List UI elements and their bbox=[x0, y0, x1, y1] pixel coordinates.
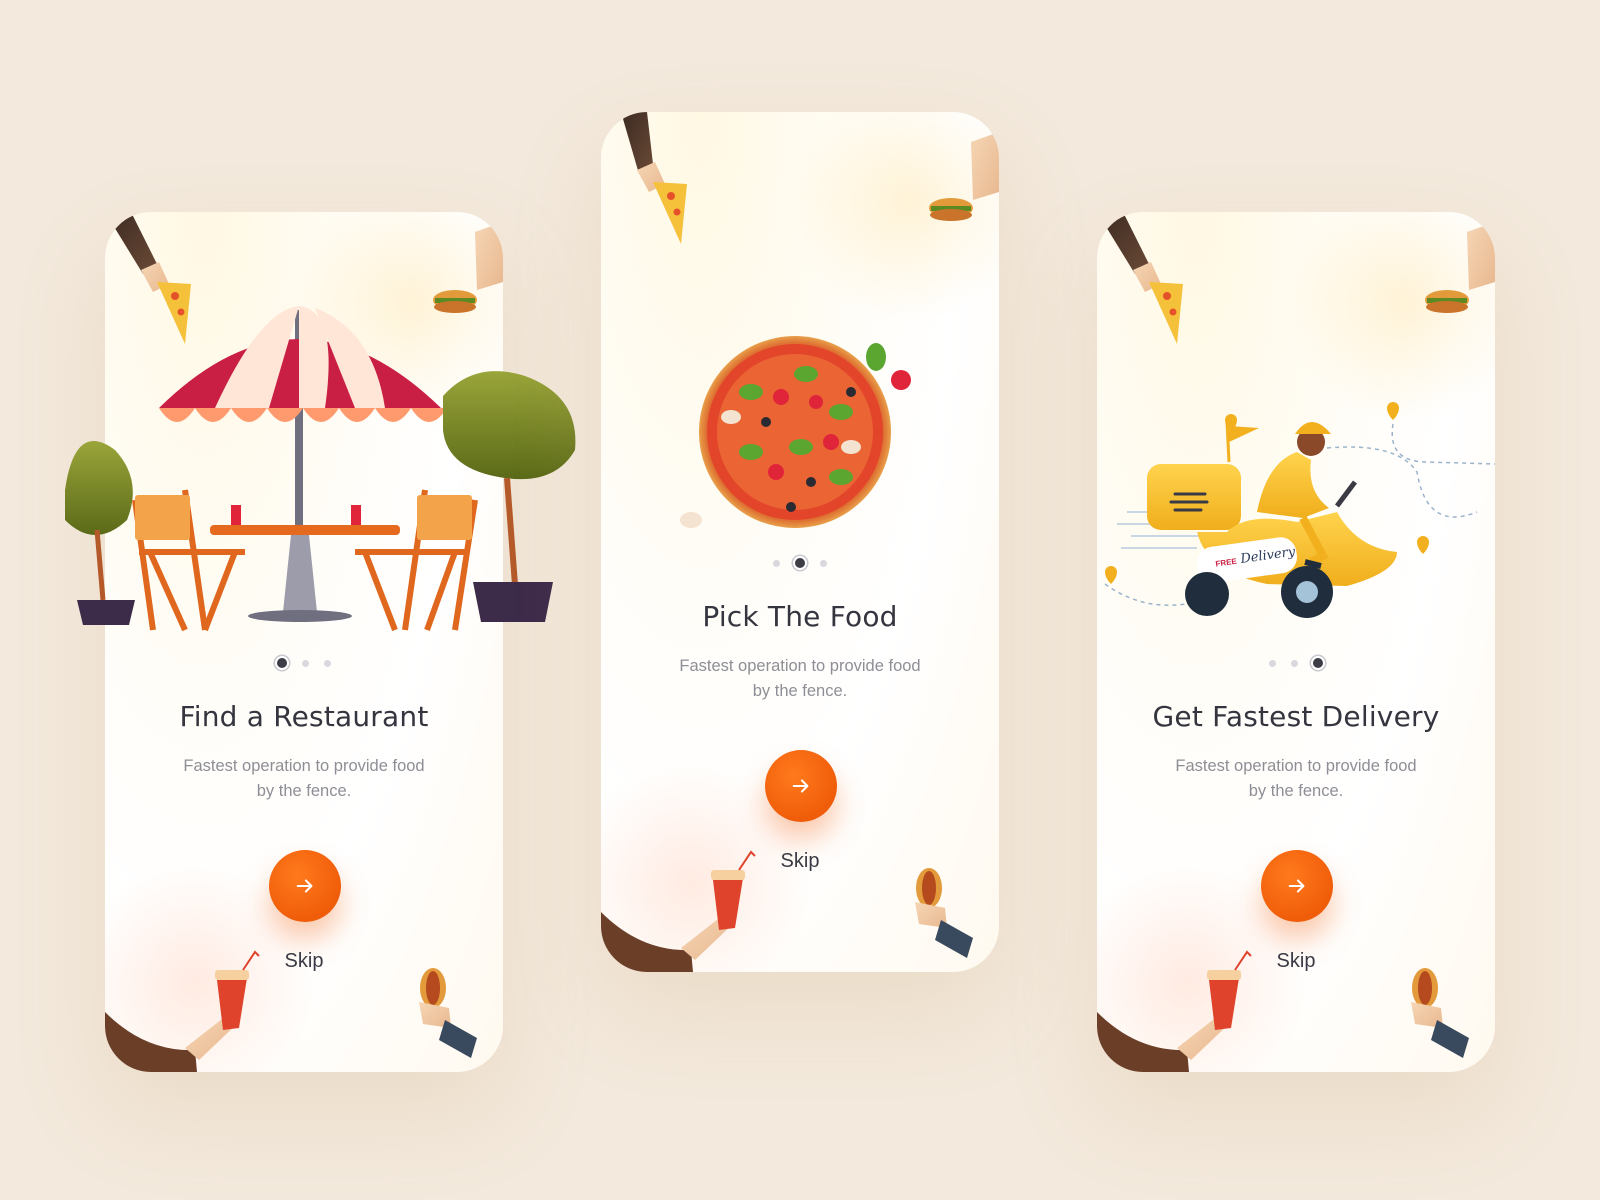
page-dot-2[interactable] bbox=[302, 659, 309, 667]
route-path bbox=[1391, 423, 1495, 465]
page-dot-1[interactable] bbox=[277, 658, 287, 668]
description-line: by the fence. bbox=[256, 782, 352, 800]
decorative-hands-illustration bbox=[1097, 212, 1495, 1072]
hand-hotdog-icon bbox=[915, 868, 973, 958]
hand-burger-icon bbox=[929, 132, 999, 221]
arrow-right-icon bbox=[296, 879, 313, 893]
delivery-scooter-icon bbox=[1147, 421, 1397, 618]
page-dot-1[interactable] bbox=[1269, 659, 1276, 667]
screen-title: Get Fastest Delivery bbox=[1152, 700, 1440, 733]
screen-title: Pick The Food bbox=[702, 600, 898, 633]
hand-hotdog-icon bbox=[419, 968, 477, 1058]
hand-hotdog-icon bbox=[1411, 968, 1469, 1058]
description-line: Fastest operation to provide food bbox=[183, 757, 425, 775]
hand-pizza-icon bbox=[621, 112, 687, 244]
onboarding-screen-food: Pick The Food Fastest operation to provi… bbox=[601, 112, 999, 972]
hand-burger-icon bbox=[1425, 222, 1495, 313]
page-indicator bbox=[105, 658, 503, 668]
skip-button[interactable]: Skip bbox=[105, 950, 503, 973]
page-dot-2[interactable] bbox=[1291, 659, 1298, 667]
screen-description: Fastest operation to provide food by the… bbox=[165, 754, 443, 804]
description-line: by the fence. bbox=[752, 682, 848, 700]
description-line: Fastest operation to provide food bbox=[679, 657, 921, 675]
onboarding-screen-delivery: FREE Delivery Get Fastest Delivery Faste… bbox=[1097, 212, 1495, 1072]
page-dot-3[interactable] bbox=[324, 659, 331, 667]
page-indicator bbox=[1097, 658, 1495, 668]
hand-burger-icon bbox=[433, 222, 503, 313]
description-line: Fastest operation to provide food bbox=[1175, 757, 1417, 775]
skip-button[interactable]: Skip bbox=[1097, 950, 1495, 973]
description-line: by the fence. bbox=[1248, 782, 1344, 800]
screen-title: Find a Restaurant bbox=[179, 700, 429, 733]
screen-description: Fastest operation to provide food by the… bbox=[1157, 754, 1435, 804]
next-button[interactable] bbox=[1261, 850, 1333, 922]
page-dot-1[interactable] bbox=[773, 559, 780, 567]
decorative-hands-illustration bbox=[105, 212, 503, 1072]
page-indicator bbox=[601, 558, 999, 568]
page-dot-3[interactable] bbox=[820, 559, 827, 567]
arrow-right-icon bbox=[1288, 879, 1305, 893]
skip-button[interactable]: Skip bbox=[601, 850, 999, 873]
onboarding-screen-restaurant: Find a Restaurant Fastest operation to p… bbox=[105, 212, 503, 1072]
hand-pizza-icon bbox=[105, 212, 191, 344]
page-dot-3[interactable] bbox=[1313, 658, 1323, 668]
screen-description: Fastest operation to provide food by the… bbox=[661, 654, 939, 704]
hand-pizza-icon bbox=[1097, 212, 1183, 344]
arrow-right-icon bbox=[792, 779, 809, 793]
decorative-hands-illustration bbox=[601, 112, 999, 972]
next-button[interactable] bbox=[269, 850, 341, 922]
page-dot-2[interactable] bbox=[795, 558, 805, 568]
pizza-icon bbox=[680, 336, 911, 528]
next-button[interactable] bbox=[765, 750, 837, 822]
free-badge: FREE bbox=[1214, 556, 1238, 569]
